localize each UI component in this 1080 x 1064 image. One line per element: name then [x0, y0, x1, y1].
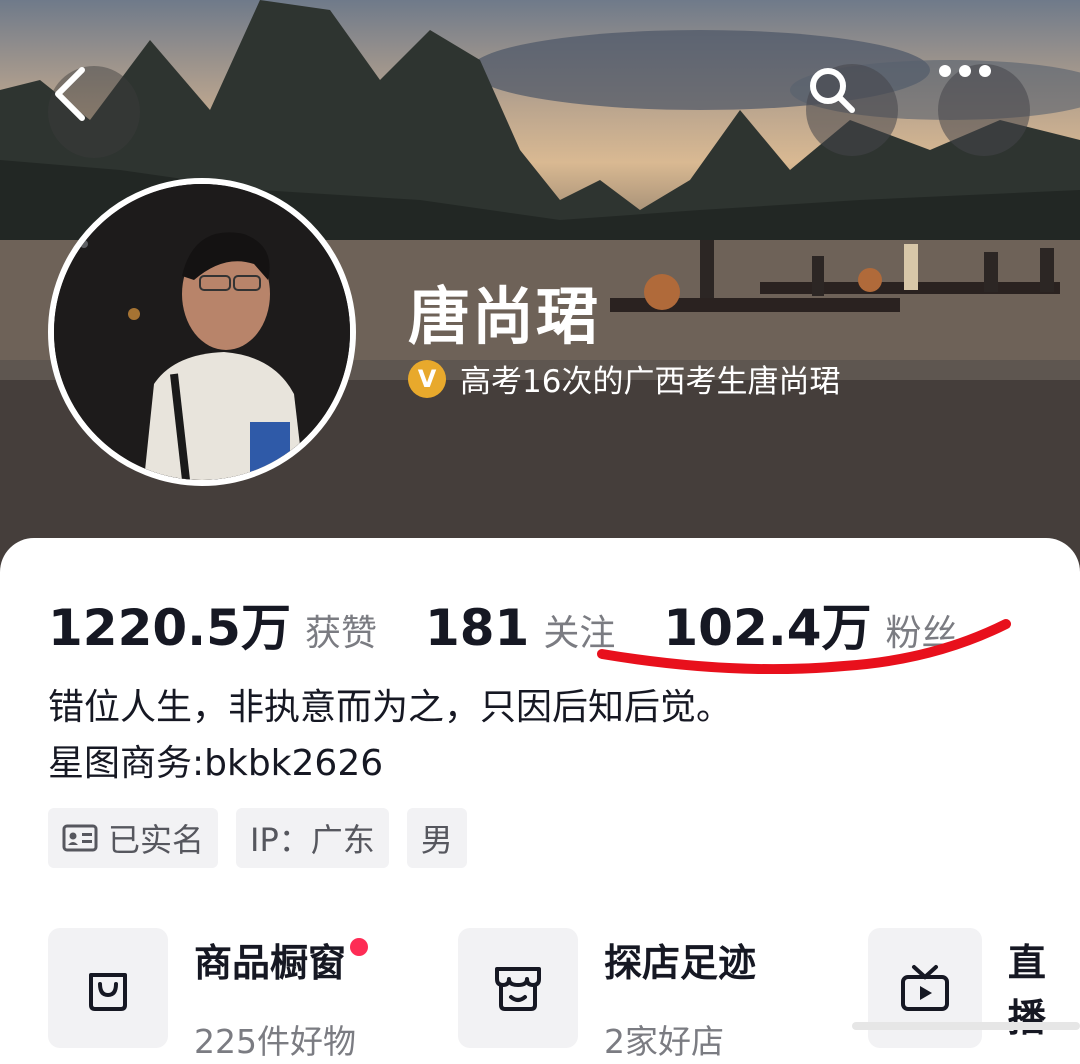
- more-button[interactable]: [938, 64, 1030, 156]
- gender-tag: 男: [406, 808, 467, 868]
- verified-badge-icon: V: [408, 359, 446, 398]
- nickname: 唐尚珺: [408, 280, 601, 353]
- shop-window-entry[interactable]: 商品橱窗 225件好物: [48, 928, 369, 1063]
- notification-dot: [350, 937, 369, 956]
- shopping-bag-icon: [89, 973, 127, 1011]
- verification-row: V 高考16次的广西考生唐尚珺: [408, 356, 840, 401]
- likes-label: 获赞: [304, 613, 377, 654]
- id-card-icon: [62, 824, 98, 852]
- tag-row: 已实名 IP：广东 男: [48, 808, 467, 868]
- store-visits-title: 探店足迹: [604, 941, 757, 985]
- real-name-tag[interactable]: 已实名: [48, 808, 219, 868]
- following-count[interactable]: 181: [425, 599, 529, 657]
- store-visits-entry[interactable]: 探店足迹 2家好店: [458, 928, 756, 1063]
- back-button[interactable]: [48, 66, 140, 158]
- store-icon: [495, 967, 541, 1011]
- ip-location-tag: IP：广东: [236, 808, 389, 868]
- ellipsis-icon: [939, 65, 991, 77]
- verified-text: 高考16次的广西考生唐尚珺: [460, 364, 841, 400]
- profile-info-card: 1220.5万 获赞 181 关注 102.4万 粉丝 错位人生，非执意而为之，…: [0, 538, 1080, 1064]
- tv-icon: [900, 965, 949, 1011]
- shop-window-count: 225件好物: [194, 1022, 356, 1061]
- likes-count: 1220.5万: [48, 599, 291, 657]
- watermark-bar: [852, 1022, 1080, 1030]
- search-icon: [810, 68, 855, 113]
- shop-window-title: 商品橱窗: [194, 941, 347, 985]
- bio-line: 错位人生，非执意而为之，只因后知后觉。: [48, 687, 733, 728]
- chevron-left-icon: [55, 67, 85, 121]
- bio: 错位人生，非执意而为之，只因后知后觉。 星图商务:bkbk2626: [48, 680, 732, 792]
- red-annotation-underline: [597, 619, 1011, 674]
- profile-banner: 唐尚珺 V 高考16次的广西考生唐尚珺: [0, 0, 1080, 580]
- business-contact: 星图商务:bkbk2626: [48, 743, 384, 784]
- avatar-photo: [54, 184, 350, 480]
- store-visits-count: 2家好店: [604, 1022, 724, 1061]
- search-button[interactable]: [806, 64, 898, 156]
- avatar[interactable]: [48, 178, 356, 486]
- live-entry[interactable]: 直播: [868, 928, 1080, 1048]
